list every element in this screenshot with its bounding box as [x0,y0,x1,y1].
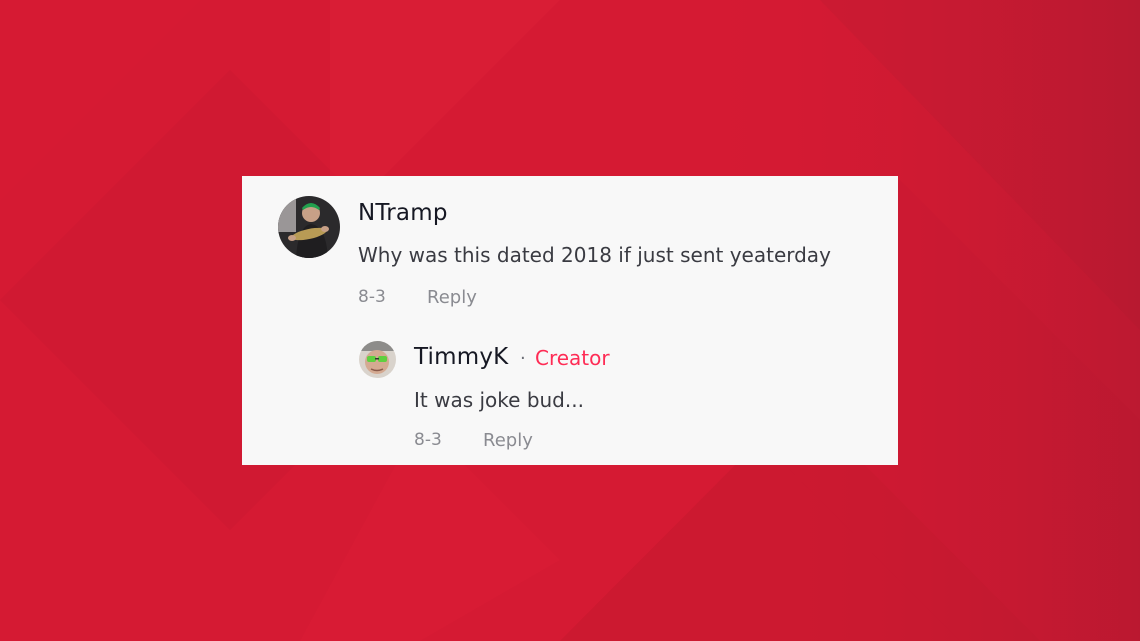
avatar-timmyk-icon[interactable] [359,341,396,378]
comment-username[interactable]: NTramp [358,200,448,226]
comment-date: 8-3 [358,287,386,307]
avatar-ntramp-icon[interactable] [278,196,340,258]
comment-reply-button[interactable]: Reply [427,287,477,308]
comment-card: NTramp Why was this dated 2018 if just s… [242,176,898,465]
reply-text: It was joke bud... [414,388,584,412]
reply-date: 8-3 [414,430,442,450]
reply-reply-button[interactable]: Reply [483,430,533,451]
separator-dot: · [520,348,526,369]
creator-badge: Creator [535,346,610,370]
comment-text: Why was this dated 2018 if just sent yea… [358,243,831,267]
reply-username[interactable]: TimmyK [414,344,508,370]
